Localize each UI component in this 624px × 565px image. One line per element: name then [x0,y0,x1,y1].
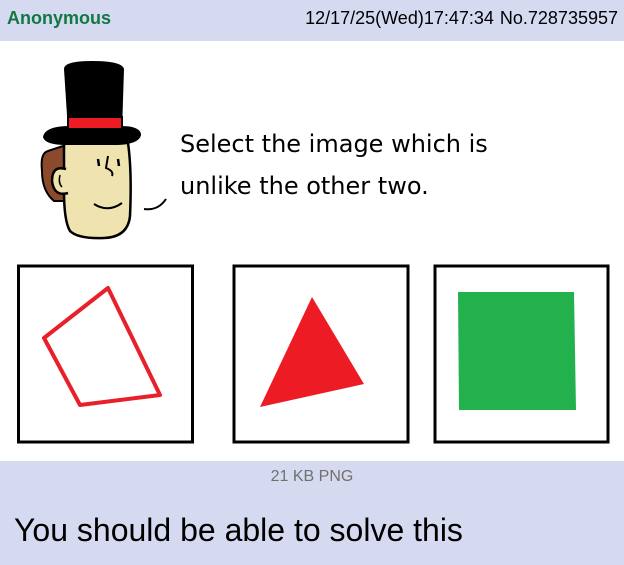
choice-box-1[interactable] [17,264,194,444]
post-number-link[interactable]: No.728735957 [500,8,618,29]
post-meta: 12/17/25(Wed)17:47:34 No.728735957 [305,8,618,29]
hat-band [67,116,123,130]
post-comment: You should be able to solve this [14,512,463,548]
poster-name: Anonymous [7,7,112,28]
professor-character-illustration [40,61,167,240]
square-filled-shape [458,292,576,410]
post-image[interactable]: Select the image which is unlike the oth… [0,41,624,461]
post: Anonymous 12/17/25(Wed)17:47:34 No.72873… [0,0,624,565]
caption-line-1: Select the image which is [180,130,488,158]
post-datetime: 12/17/25(Wed)17:47:34 [305,7,494,28]
face [62,141,132,240]
choice-box-3[interactable] [433,264,610,444]
caption-line-2: unlike the other two. [180,172,429,200]
file-info: 21 KB PNG [270,468,354,485]
post-header: Anonymous 12/17/25(Wed)17:47:34 No.72873… [0,0,624,36]
choice-box-2[interactable] [232,264,410,444]
